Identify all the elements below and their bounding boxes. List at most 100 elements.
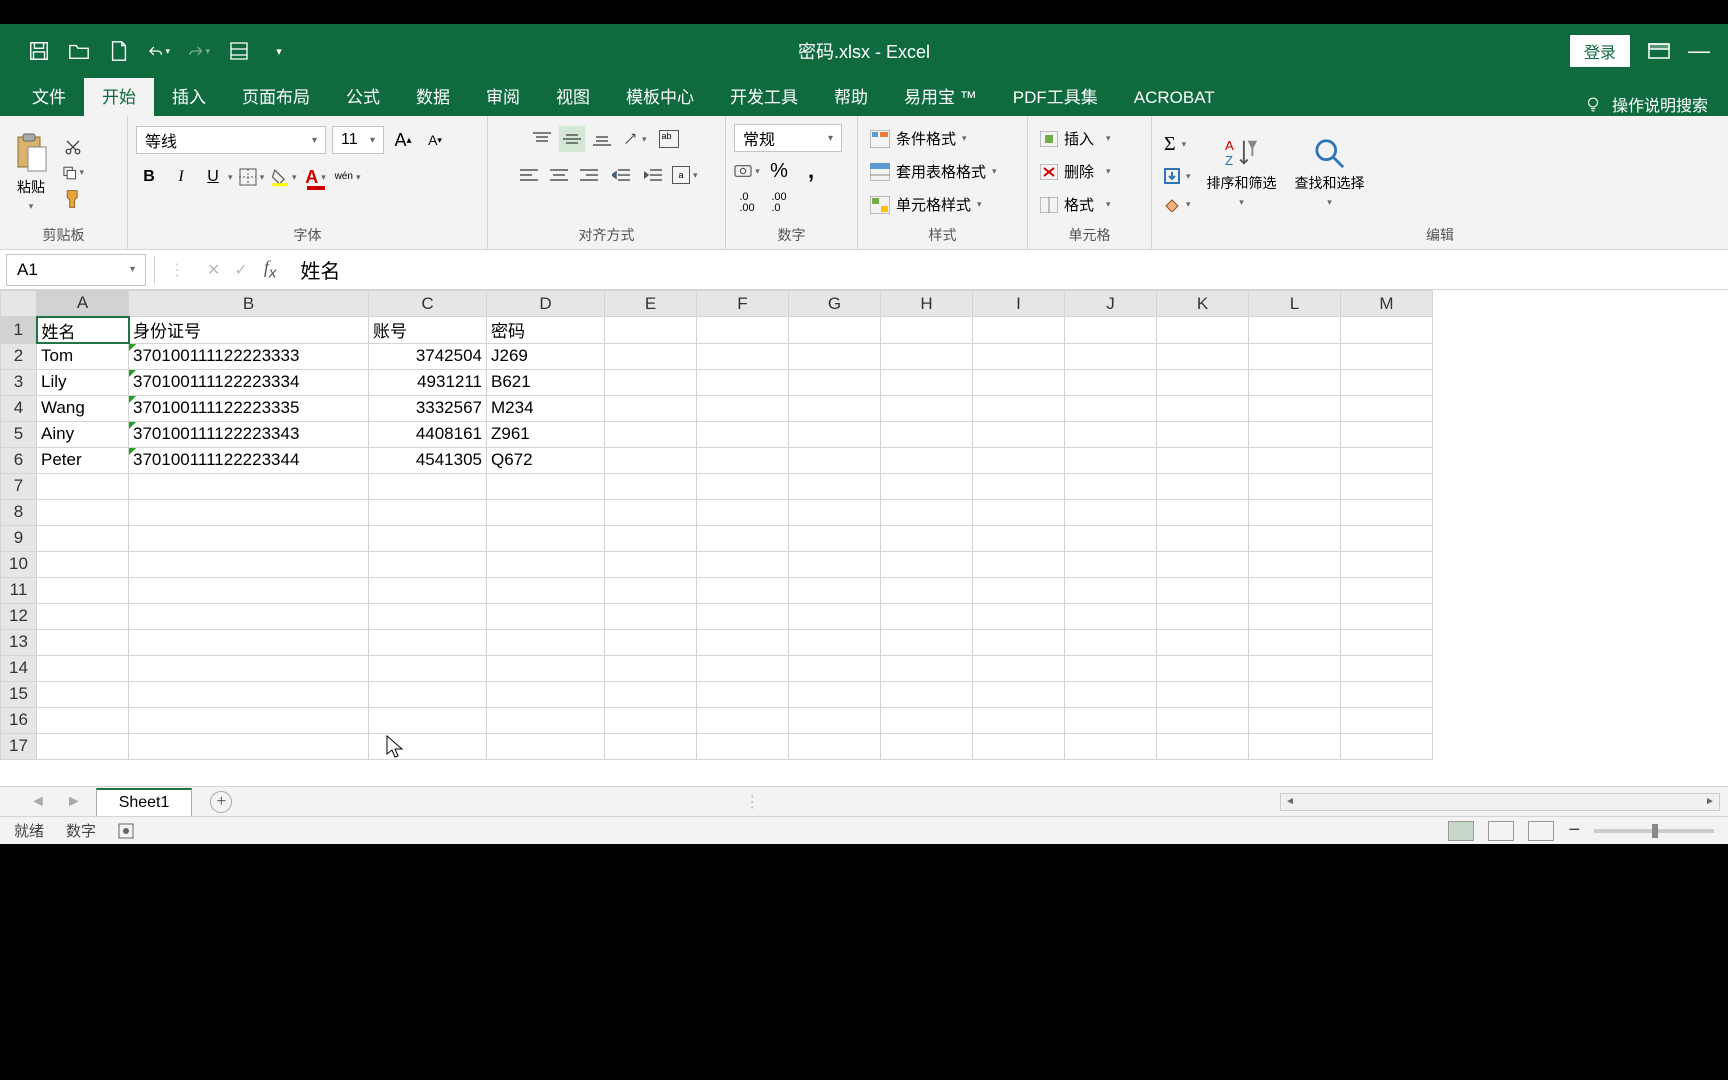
column-header-I[interactable]: I	[973, 291, 1065, 317]
fill-color-icon[interactable]	[271, 164, 297, 190]
column-header-K[interactable]: K	[1157, 291, 1249, 317]
cell-C6[interactable]: 4541305	[369, 447, 487, 473]
cell-A11[interactable]	[37, 577, 129, 603]
cell-H1[interactable]	[881, 317, 973, 344]
cell-I5[interactable]	[973, 421, 1065, 447]
cell-D5[interactable]: Z961	[487, 421, 605, 447]
cell-G3[interactable]	[789, 369, 881, 395]
cell-L12[interactable]	[1249, 603, 1341, 629]
border-icon[interactable]	[239, 164, 265, 190]
column-header-H[interactable]: H	[881, 291, 973, 317]
cell-E7[interactable]	[605, 473, 697, 499]
horizontal-scrollbar[interactable]: ◄ ►	[1280, 793, 1720, 811]
cell-E11[interactable]	[605, 577, 697, 603]
tab-data[interactable]: 数据	[398, 75, 468, 116]
cell-L1[interactable]	[1249, 317, 1341, 344]
cell-A17[interactable]	[37, 733, 129, 759]
cell-I15[interactable]	[973, 681, 1065, 707]
cell-A7[interactable]	[37, 473, 129, 499]
tab-developer[interactable]: 开发工具	[712, 75, 816, 116]
cell-C16[interactable]	[369, 707, 487, 733]
cell-J17[interactable]	[1065, 733, 1157, 759]
cell-A2[interactable]: Tom	[37, 343, 129, 369]
cell-A3[interactable]: Lily	[37, 369, 129, 395]
cell-H2[interactable]	[881, 343, 973, 369]
cell-F14[interactable]	[697, 655, 789, 681]
cell-K16[interactable]	[1157, 707, 1249, 733]
cell-F4[interactable]	[697, 395, 789, 421]
column-header-C[interactable]: C	[369, 291, 487, 317]
cell-G11[interactable]	[789, 577, 881, 603]
cell-J14[interactable]	[1065, 655, 1157, 681]
cell-L16[interactable]	[1249, 707, 1341, 733]
row-header-8[interactable]: 8	[1, 499, 37, 525]
cell-G6[interactable]	[789, 447, 881, 473]
cell-D2[interactable]: J269	[487, 343, 605, 369]
cell-J3[interactable]	[1065, 369, 1157, 395]
cell-L5[interactable]	[1249, 421, 1341, 447]
column-header-D[interactable]: D	[487, 291, 605, 317]
qat-customize-icon[interactable]: ▾	[268, 40, 290, 62]
cell-J15[interactable]	[1065, 681, 1157, 707]
cell-C8[interactable]	[369, 499, 487, 525]
cell-I10[interactable]	[973, 551, 1065, 577]
cell-A14[interactable]	[37, 655, 129, 681]
column-header-F[interactable]: F	[697, 291, 789, 317]
cell-D17[interactable]	[487, 733, 605, 759]
cell-L10[interactable]	[1249, 551, 1341, 577]
cell-K13[interactable]	[1157, 629, 1249, 655]
column-header-L[interactable]: L	[1249, 291, 1341, 317]
tab-file[interactable]: 文件	[14, 75, 84, 116]
clear-button[interactable]: ▾	[1160, 194, 1195, 214]
cell-D15[interactable]	[487, 681, 605, 707]
cell-J6[interactable]	[1065, 447, 1157, 473]
cell-L17[interactable]	[1249, 733, 1341, 759]
cell-C11[interactable]	[369, 577, 487, 603]
increase-decimal-icon[interactable]: .0.00	[734, 190, 760, 216]
cell-B3[interactable]: 370100111122223334	[129, 369, 369, 395]
cell-C15[interactable]	[369, 681, 487, 707]
cell-L6[interactable]	[1249, 447, 1341, 473]
row-header-5[interactable]: 5	[1, 421, 37, 447]
sheet-tab-1[interactable]: Sheet1	[96, 788, 193, 816]
cell-C9[interactable]	[369, 525, 487, 551]
cell-G2[interactable]	[789, 343, 881, 369]
cell-F15[interactable]	[697, 681, 789, 707]
cell-M2[interactable]	[1341, 343, 1433, 369]
cell-E16[interactable]	[605, 707, 697, 733]
worksheet-grid[interactable]: ABCDEFGHIJKLM1姓名身份证号账号密码2Tom370100111122…	[0, 290, 1728, 816]
cell-L13[interactable]	[1249, 629, 1341, 655]
macro-record-icon[interactable]	[118, 823, 134, 839]
cell-E6[interactable]	[605, 447, 697, 473]
tab-help[interactable]: 帮助	[816, 75, 886, 116]
row-header-6[interactable]: 6	[1, 447, 37, 473]
undo-icon[interactable]: ▾	[148, 40, 170, 62]
cell-K6[interactable]	[1157, 447, 1249, 473]
cell-G9[interactable]	[789, 525, 881, 551]
cell-E14[interactable]	[605, 655, 697, 681]
cell-L3[interactable]	[1249, 369, 1341, 395]
minimize-icon[interactable]: —	[1688, 40, 1710, 62]
cell-M14[interactable]	[1341, 655, 1433, 681]
cell-I7[interactable]	[973, 473, 1065, 499]
cell-L11[interactable]	[1249, 577, 1341, 603]
cell-K8[interactable]	[1157, 499, 1249, 525]
formula-input[interactable]: 姓名	[290, 255, 1728, 284]
cell-C10[interactable]	[369, 551, 487, 577]
tab-pdf[interactable]: PDF工具集	[995, 75, 1116, 116]
cell-J2[interactable]	[1065, 343, 1157, 369]
cell-G10[interactable]	[789, 551, 881, 577]
cell-F13[interactable]	[697, 629, 789, 655]
cell-D9[interactable]	[487, 525, 605, 551]
cell-H15[interactable]	[881, 681, 973, 707]
cell-I9[interactable]	[973, 525, 1065, 551]
cell-C2[interactable]: 3742504	[369, 343, 487, 369]
cell-D1[interactable]: 密码	[487, 317, 605, 344]
cell-B13[interactable]	[129, 629, 369, 655]
cell-M16[interactable]	[1341, 707, 1433, 733]
format-painter-icon[interactable]	[62, 189, 84, 209]
cell-A5[interactable]: Ainy	[37, 421, 129, 447]
cell-J9[interactable]	[1065, 525, 1157, 551]
cell-G14[interactable]	[789, 655, 881, 681]
tab-template[interactable]: 模板中心	[608, 75, 712, 116]
